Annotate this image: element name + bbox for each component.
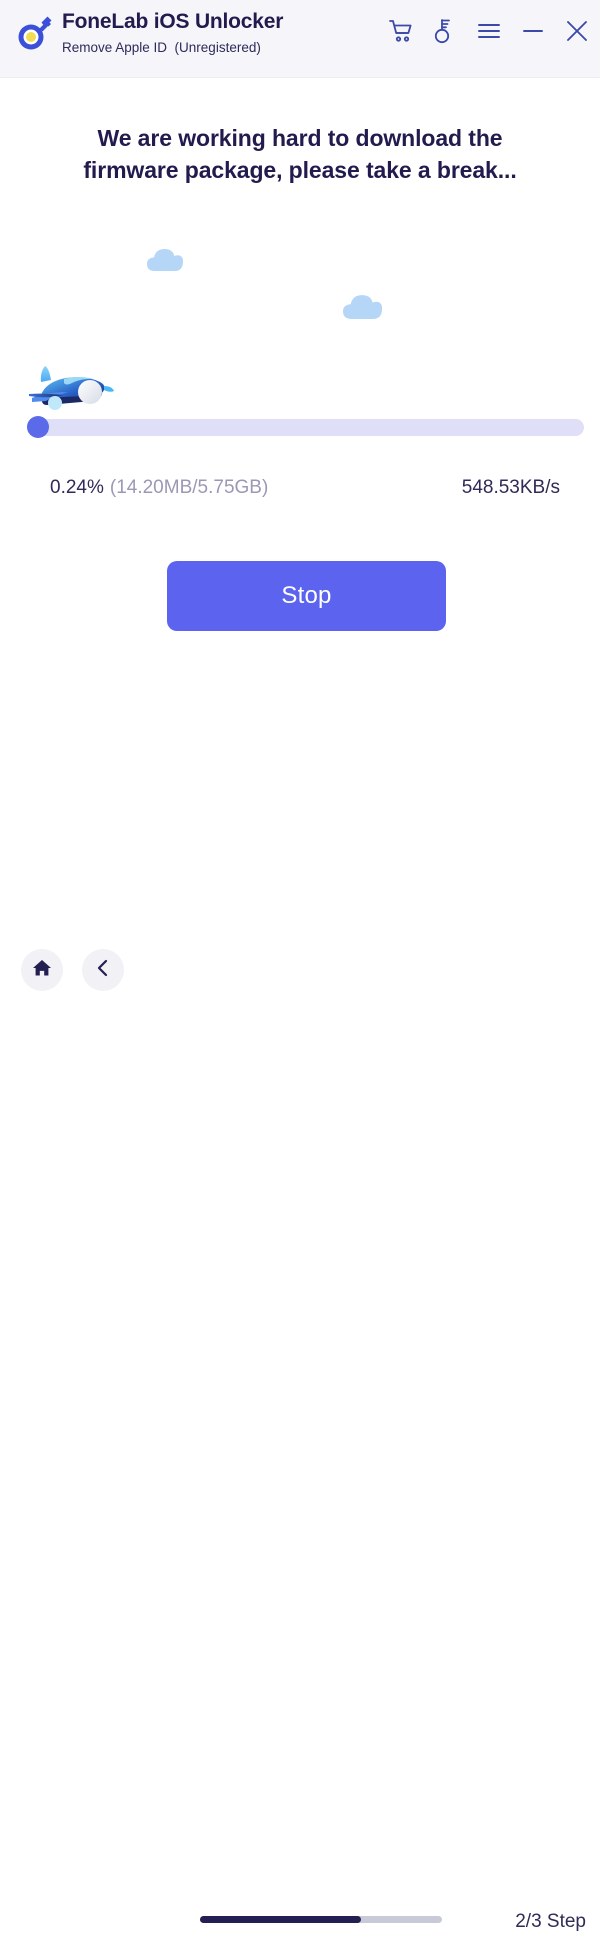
key-circle-logo-icon xyxy=(12,12,56,56)
cloud-icon xyxy=(146,246,190,279)
home-button[interactable] xyxy=(21,949,63,991)
chevron-left-icon xyxy=(94,958,112,983)
title-bar: FoneLab iOS Unlocker Remove Apple ID (Un… xyxy=(0,0,600,78)
back-button[interactable] xyxy=(82,949,124,991)
minimize-icon[interactable] xyxy=(516,14,550,48)
window-controls xyxy=(384,14,594,48)
footer-bar: 2/3 Step xyxy=(0,933,600,1932)
download-stats: 0.24% (14.20MB/5.75GB) 548.53KB/s xyxy=(50,477,560,499)
home-icon xyxy=(32,958,52,983)
menu-icon[interactable] xyxy=(472,14,506,48)
airplane-icon xyxy=(16,354,120,423)
download-progress-text: 0.24% (14.20MB/5.75GB) xyxy=(50,477,268,499)
stop-button[interactable]: Stop xyxy=(167,561,446,631)
step-progress-fill xyxy=(200,1916,362,1923)
download-size: (14.20MB/5.75GB) xyxy=(109,477,269,498)
brand: FoneLab iOS Unlocker Remove Apple ID (Un… xyxy=(12,8,283,56)
download-progress-track[interactable] xyxy=(27,419,584,436)
step-progress-track xyxy=(200,1916,442,1923)
cloud-icon xyxy=(342,292,390,327)
key-icon[interactable] xyxy=(428,14,462,48)
heading-line-1: We are working hard to download the xyxy=(97,125,503,151)
app-subtitle: Remove Apple ID (Unregistered) xyxy=(62,40,261,55)
page-heading: We are working hard to download the firm… xyxy=(0,122,600,186)
download-illustration xyxy=(0,230,600,440)
app-title: FoneLab iOS Unlocker xyxy=(62,10,284,33)
brand-text: FoneLab iOS Unlocker Remove Apple ID (Un… xyxy=(62,8,283,56)
download-percent: 0.24% xyxy=(50,477,104,498)
download-progress-knob[interactable] xyxy=(27,416,49,438)
close-icon[interactable] xyxy=(560,14,594,48)
step-label: 2/3 Step xyxy=(515,1911,586,1932)
cart-icon[interactable] xyxy=(384,14,418,48)
heading-line-2: firmware package, please take a break... xyxy=(83,157,517,183)
download-speed: 548.53KB/s xyxy=(461,477,560,498)
